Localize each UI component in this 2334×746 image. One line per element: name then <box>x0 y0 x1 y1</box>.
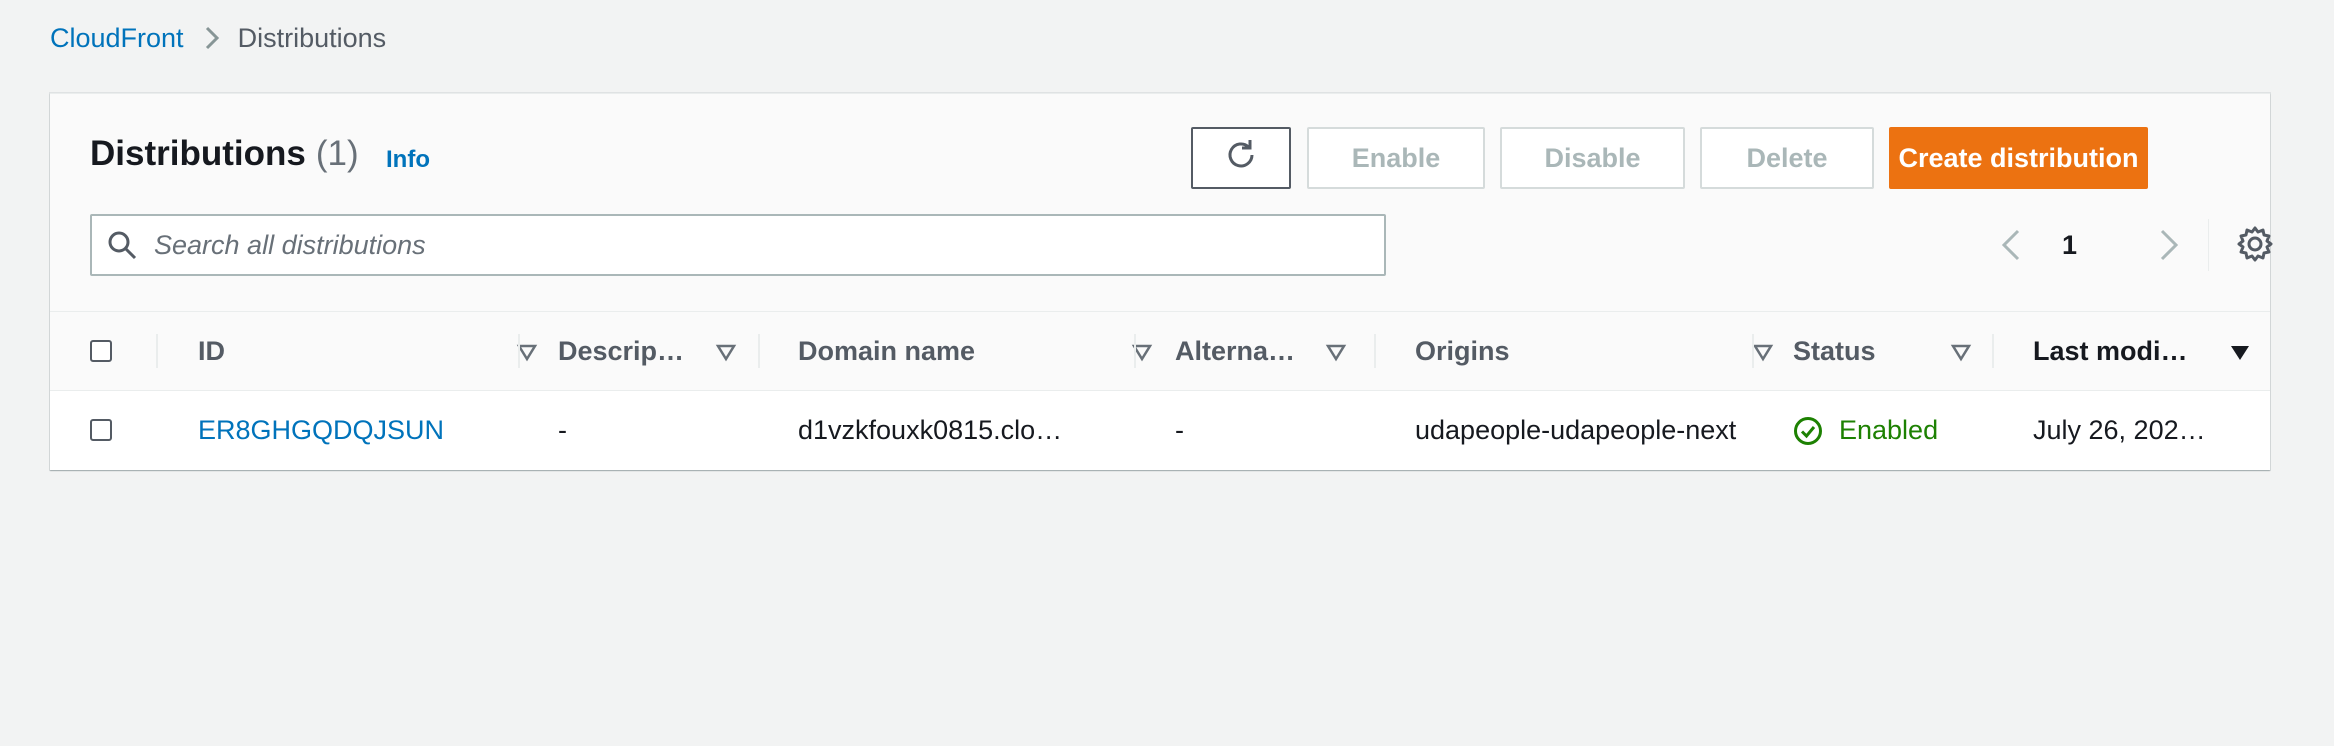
column-divider <box>1134 334 1136 368</box>
next-page-button[interactable] <box>2158 221 2180 269</box>
column-divider <box>1374 334 1376 368</box>
disable-button[interactable]: Disable <box>1500 127 1685 189</box>
enable-button[interactable]: Enable <box>1307 127 1485 189</box>
info-link[interactable]: Info <box>386 146 430 174</box>
title-text: Distributions <box>90 134 306 173</box>
search-box <box>90 214 1386 276</box>
status-badge: Enabled <box>1793 415 1938 446</box>
search-icon <box>106 229 138 261</box>
select-all-checkbox[interactable] <box>90 340 112 362</box>
table-header: ID Descrip… Domain name Alterna… Origins… <box>50 312 2270 391</box>
column-header-alternate-domain[interactable]: Alterna… <box>1175 312 1395 390</box>
previous-page-button[interactable] <box>2000 221 2022 269</box>
panel-header: Distributions (1) Info Enable Disable De… <box>50 94 2273 312</box>
breadcrumb: CloudFront Distributions <box>50 20 386 56</box>
status-text: Enabled <box>1839 415 1939 445</box>
cell-domain-name: d1vzkfouxk0815.clo… <box>798 415 1063 445</box>
cell-id: ER8GHGQDQJSUN <box>198 391 508 470</box>
sort-icon <box>1325 339 1347 370</box>
column-divider <box>1752 334 1754 368</box>
column-divider <box>758 334 760 368</box>
title-count: (1) <box>315 134 359 173</box>
column-header-domain-name[interactable]: Domain name <box>798 312 1153 390</box>
sort-descending-icon <box>2229 339 2251 370</box>
page-title: Distributions (1) <box>90 134 359 174</box>
chevron-right-icon <box>204 25 220 51</box>
delete-button[interactable]: Delete <box>1700 127 1874 189</box>
pager-divider <box>2208 219 2209 271</box>
refresh-button[interactable] <box>1191 127 1291 189</box>
column-label: Alterna… <box>1175 335 1296 366</box>
distribution-id-link[interactable]: ER8GHGQDQJSUN <box>198 415 444 446</box>
column-label: Origins <box>1415 335 1510 366</box>
cell-last-modified: July 26, 202… <box>2033 415 2206 445</box>
breadcrumb-cloudfront-link[interactable]: CloudFront <box>50 23 184 54</box>
row-checkbox[interactable] <box>90 419 112 441</box>
search-input[interactable] <box>152 228 1356 262</box>
table-row: ER8GHGQDQJSUN - d1vzkfouxk0815.clo… - ud… <box>50 391 2270 470</box>
column-label: ID <box>198 335 225 366</box>
gear-icon[interactable] <box>2235 224 2275 264</box>
column-label: Last modi… <box>2033 335 2188 366</box>
cell-alternate-domain: - <box>1175 415 1184 445</box>
column-divider <box>156 334 158 368</box>
column-header-status[interactable]: Status <box>1793 312 2013 390</box>
sort-icon <box>715 339 737 370</box>
column-label: Descrip… <box>558 335 685 366</box>
cell-description: - <box>558 415 567 445</box>
column-header-last-modified[interactable]: Last modi… <box>2033 312 2263 390</box>
sort-icon <box>1950 339 1972 370</box>
create-distribution-button[interactable]: Create distribution <box>1889 127 2148 189</box>
column-divider <box>518 334 520 368</box>
sort-icon <box>1752 339 1774 370</box>
column-divider <box>1992 334 1994 368</box>
distributions-panel: Distributions (1) Info Enable Disable De… <box>50 93 2273 470</box>
column-header-description[interactable]: Descrip… <box>558 312 778 390</box>
column-label: Domain name <box>798 335 976 366</box>
refresh-icon <box>1223 137 1259 180</box>
column-header-origins[interactable]: Origins <box>1415 312 1774 390</box>
check-circle-icon <box>1793 416 1831 446</box>
breadcrumb-current: Distributions <box>237 22 387 53</box>
column-header-id[interactable]: ID <box>198 312 538 390</box>
page-number[interactable]: 1 <box>2062 221 2077 269</box>
cell-origins: udapeople-udapeople-next <box>1415 415 1737 445</box>
cell-status: Enabled <box>1793 391 1983 470</box>
column-label: Status <box>1793 335 1876 366</box>
